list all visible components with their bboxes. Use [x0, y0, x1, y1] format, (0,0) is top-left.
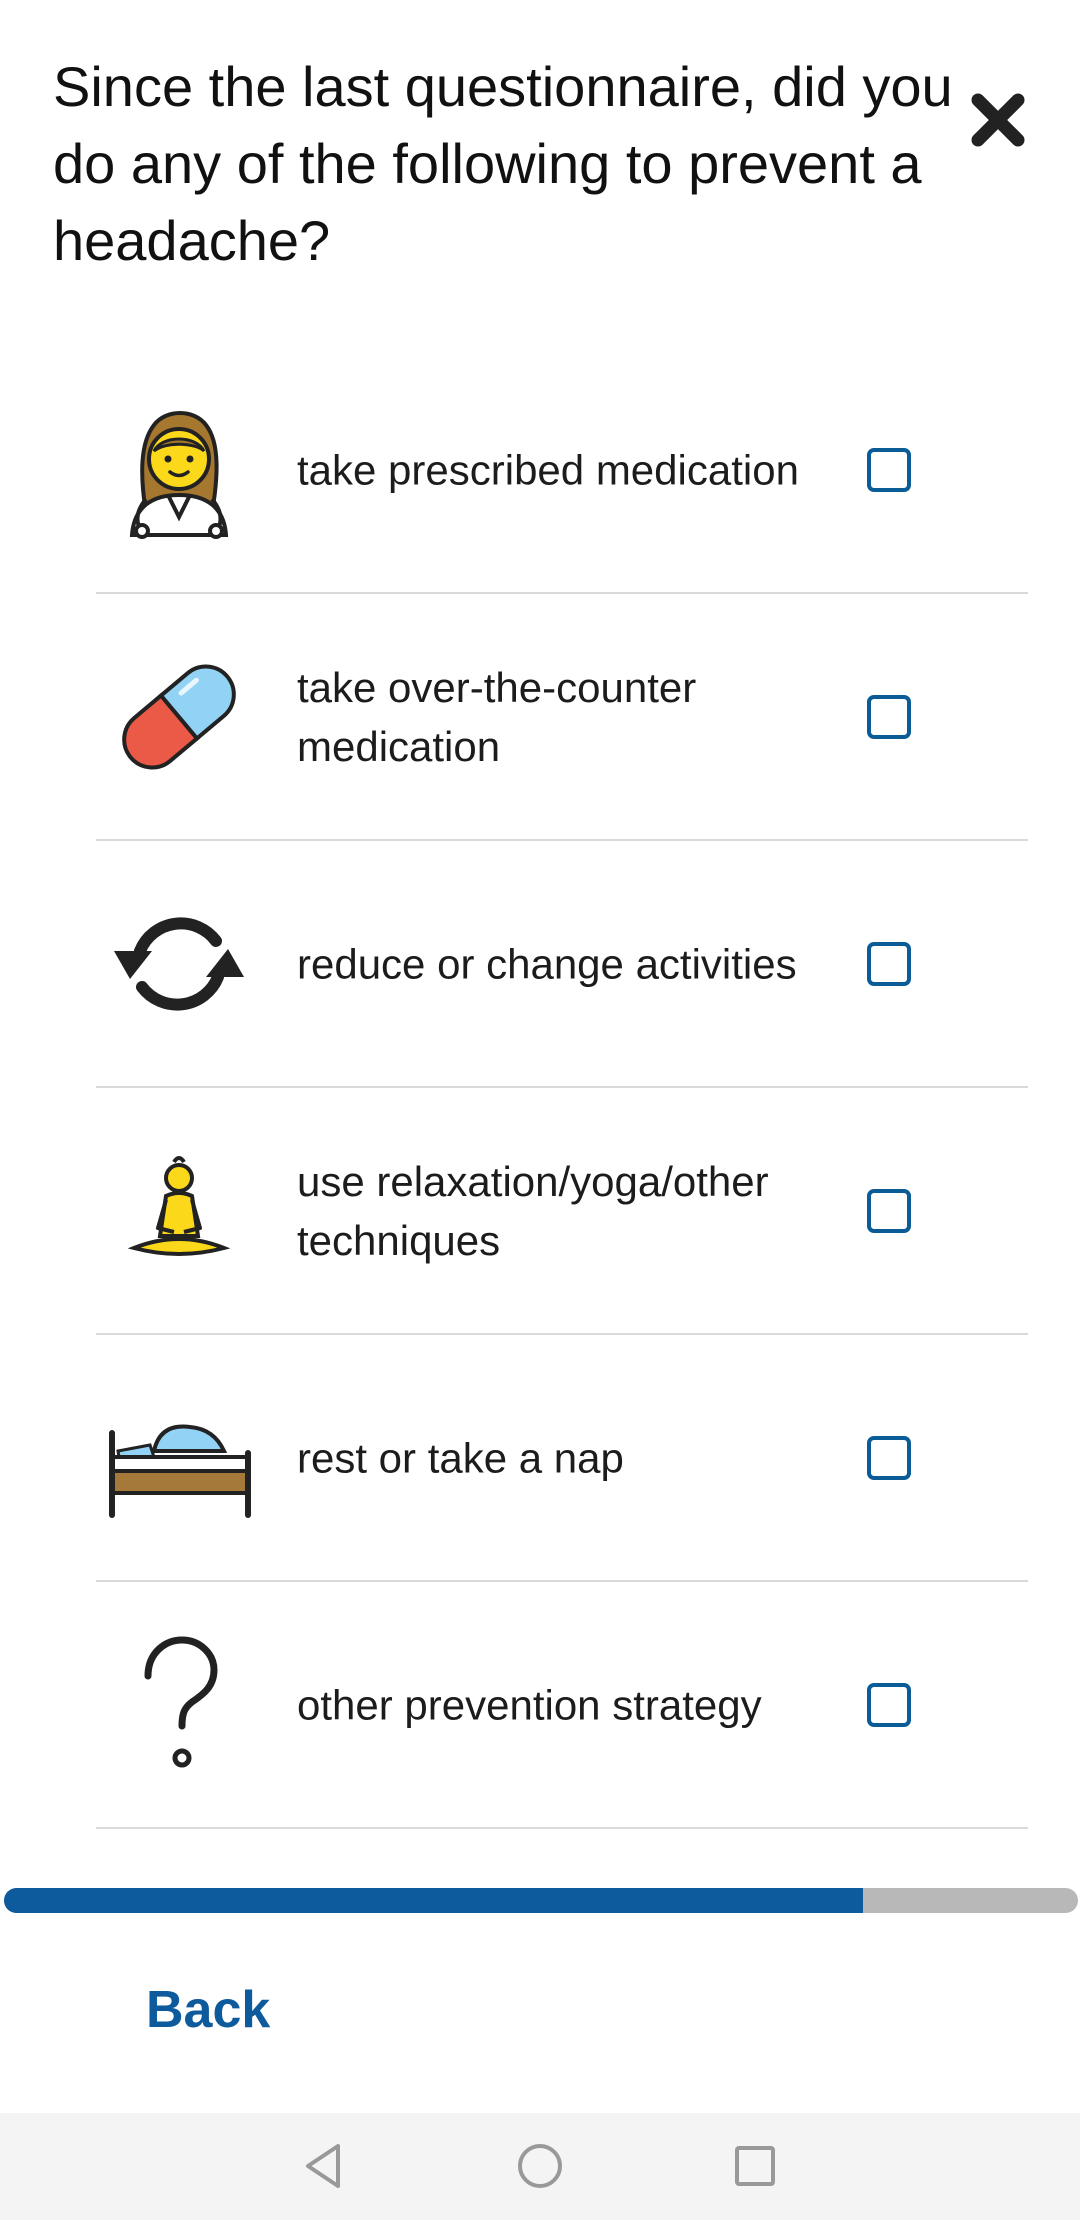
- yoga-icon: [104, 1136, 254, 1286]
- option-checkbox[interactable]: [867, 941, 911, 986]
- option-checkbox[interactable]: [867, 694, 911, 739]
- pill-icon: [104, 642, 254, 792]
- back-triangle-icon[interactable]: [292, 2133, 358, 2199]
- back-button[interactable]: Back: [146, 1980, 270, 2040]
- option-label: reduce or change activities: [297, 940, 797, 987]
- option-row-otc-medication[interactable]: take over-the-counter medication: [96, 594, 1028, 841]
- recents-square-icon[interactable]: [722, 2133, 788, 2199]
- option-label: other prevention strategy: [297, 1681, 762, 1728]
- option-row-other-strategy[interactable]: other prevention strategy: [96, 1582, 1028, 1829]
- option-label: take over-the-counter medication: [297, 663, 697, 770]
- option-checkbox[interactable]: [867, 447, 911, 492]
- options-list: take prescribed medication take over-the…: [96, 347, 1028, 1829]
- option-row-prescribed-medication[interactable]: take prescribed medication: [96, 347, 1028, 594]
- question-text: Since the last questionnaire, did you do…: [53, 55, 953, 272]
- option-row-relaxation[interactable]: use relaxation/yoga/other techniques: [96, 1088, 1028, 1335]
- system-nav-bar: [0, 2113, 1080, 2220]
- option-row-rest-nap[interactable]: rest or take a nap: [96, 1335, 1028, 1582]
- refresh-arrows-icon: [104, 889, 254, 1039]
- bed-icon: [104, 1383, 254, 1533]
- progress-bar-fill: [4, 1888, 864, 1913]
- option-checkbox[interactable]: [867, 1188, 911, 1233]
- question-mark-icon: [104, 1630, 254, 1780]
- health-worker-icon: [104, 395, 254, 545]
- option-label: use relaxation/yoga/other techniques: [297, 1157, 769, 1264]
- option-checkbox[interactable]: [867, 1682, 911, 1727]
- option-label: take prescribed medication: [297, 446, 799, 493]
- home-circle-icon[interactable]: [507, 2133, 573, 2199]
- option-label: rest or take a nap: [297, 1434, 624, 1481]
- progress-bar: [4, 1888, 1078, 1913]
- option-row-reduce-activities[interactable]: reduce or change activities: [96, 841, 1028, 1088]
- questionnaire-screen: Since the last questionnaire, did you do…: [0, 0, 1080, 2220]
- option-checkbox[interactable]: [867, 1435, 911, 1480]
- close-icon[interactable]: [968, 90, 1028, 150]
